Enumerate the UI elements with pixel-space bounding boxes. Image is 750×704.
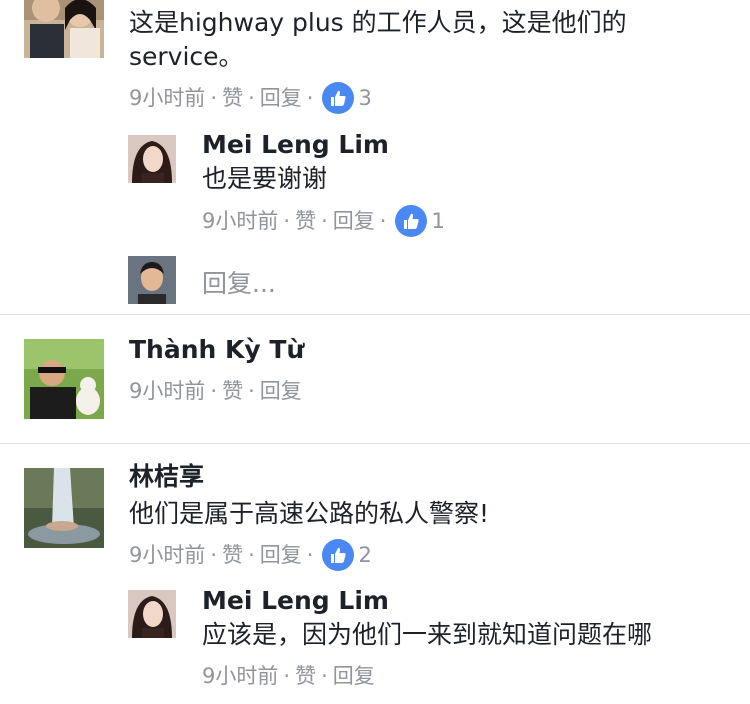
separator-dot: · bbox=[210, 86, 218, 110]
avatar-mei-leng-lim[interactable] bbox=[128, 135, 176, 183]
comment-divider bbox=[0, 314, 750, 315]
reply1-text: 也是要谢谢 bbox=[202, 164, 328, 193]
comment3-reaction-number: 2 bbox=[358, 543, 372, 567]
avatar-comment1-author[interactable] bbox=[24, 0, 104, 58]
avatar-mei-leng-lim[interactable] bbox=[128, 590, 176, 638]
separator-dot: · bbox=[306, 86, 314, 110]
comment3-time[interactable]: 9小时前 bbox=[129, 540, 205, 570]
comment3-meta: 9小时前 · 赞 · 回复 · 2 bbox=[129, 539, 372, 571]
separator-dot: · bbox=[321, 664, 328, 688]
reply1-like-button[interactable]: 赞 bbox=[295, 206, 316, 236]
reply1-reaction-number: 1 bbox=[431, 209, 445, 233]
reply1-meta: 9小时前 · 赞 · 回复 · 1 bbox=[202, 205, 445, 237]
avatar-thanh-ky-tu[interactable] bbox=[24, 339, 104, 419]
comment2-reply-button[interactable]: 回复 bbox=[260, 376, 302, 406]
comment2-time[interactable]: 9小时前 bbox=[129, 376, 205, 406]
separator-dot: · bbox=[248, 86, 255, 110]
comment3-reaction-count[interactable]: 2 bbox=[322, 539, 372, 571]
comment1-meta: 9小时前 · 赞 · 回复 · 3 bbox=[129, 82, 372, 114]
comment1-text-line2: service。 bbox=[129, 42, 244, 71]
thumbs-up-icon bbox=[395, 205, 428, 237]
comment2-meta: 9小时前 · 赞 · 回复 bbox=[129, 376, 302, 406]
comment1-reaction-number: 3 bbox=[358, 86, 372, 110]
reply1-reaction-count[interactable]: 1 bbox=[395, 205, 445, 237]
reply3-reply-button[interactable]: 回复 bbox=[333, 661, 375, 691]
separator-dot: · bbox=[306, 543, 314, 567]
comment2-author-name[interactable]: Thành Kỳ Từ bbox=[129, 335, 304, 365]
thumbs-up-icon bbox=[322, 82, 355, 114]
comment1-like-button[interactable]: 赞 bbox=[222, 83, 243, 113]
thumbs-up-icon bbox=[322, 539, 355, 571]
separator-dot: · bbox=[248, 379, 255, 403]
reply-input[interactable]: 回复... bbox=[202, 264, 276, 300]
separator-dot: · bbox=[321, 209, 328, 233]
comment1-reaction-count[interactable]: 3 bbox=[322, 82, 372, 114]
separator-dot: · bbox=[210, 543, 218, 567]
reply1-author-name[interactable]: Mei Leng Lim bbox=[202, 130, 389, 160]
reply3-like-button[interactable]: 赞 bbox=[295, 661, 316, 691]
comment3-text: 他们是属于高速公路的私人警察! bbox=[129, 499, 490, 528]
reply3-text: 应该是，因为他们一来到就知道问题在哪 bbox=[202, 620, 653, 649]
comment3-like-button[interactable]: 赞 bbox=[222, 540, 243, 570]
reply1-reply-button[interactable]: 回复 bbox=[333, 206, 375, 236]
comment2-like-button[interactable]: 赞 bbox=[222, 376, 243, 406]
separator-dot: · bbox=[210, 379, 218, 403]
separator-dot: · bbox=[379, 209, 387, 233]
avatar-lin-jie-xiang[interactable] bbox=[24, 468, 104, 548]
reply1-time[interactable]: 9小时前 bbox=[202, 206, 278, 236]
comment3-reply-button[interactable]: 回复 bbox=[260, 540, 302, 570]
reply3-author-name[interactable]: Mei Leng Lim bbox=[202, 586, 389, 616]
reply3-meta: 9小时前 · 赞 · 回复 bbox=[202, 661, 375, 691]
comment1-reply-button[interactable]: 回复 bbox=[260, 83, 302, 113]
comment-divider bbox=[0, 443, 750, 444]
separator-dot: · bbox=[248, 543, 255, 567]
separator-dot: · bbox=[283, 209, 291, 233]
comment3-author-name[interactable]: 林桔享 bbox=[129, 462, 204, 492]
comment1-time[interactable]: 9小时前 bbox=[129, 83, 205, 113]
avatar-current-user bbox=[128, 256, 176, 304]
comment1-text-line1: 这是highway plus 的工作人员，这是他们的 bbox=[129, 8, 627, 37]
separator-dot: · bbox=[283, 664, 291, 688]
reply3-time[interactable]: 9小时前 bbox=[202, 661, 278, 691]
